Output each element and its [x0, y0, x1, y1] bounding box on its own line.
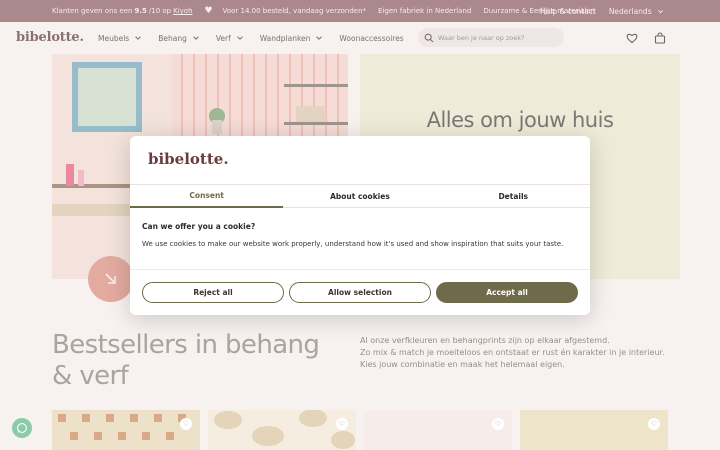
reject-all-button[interactable]: Reject all: [142, 282, 284, 303]
cookie-modal: bibelotte. Consent About cookies Details…: [130, 136, 590, 315]
tab-details[interactable]: Details: [437, 185, 590, 208]
modal-logo: bibelotte.: [148, 150, 229, 168]
cookie-tabs: Consent About cookies Details: [130, 184, 590, 208]
tab-consent[interactable]: Consent: [130, 185, 284, 208]
tab-about-cookies[interactable]: About cookies: [283, 185, 436, 208]
cookie-question: Can we offer you a cookie?: [142, 222, 256, 231]
allow-selection-button[interactable]: Allow selection: [289, 282, 431, 303]
cookie-text: We use cookies to make our website work …: [142, 240, 564, 248]
accept-all-button[interactable]: Accept all: [436, 282, 578, 303]
